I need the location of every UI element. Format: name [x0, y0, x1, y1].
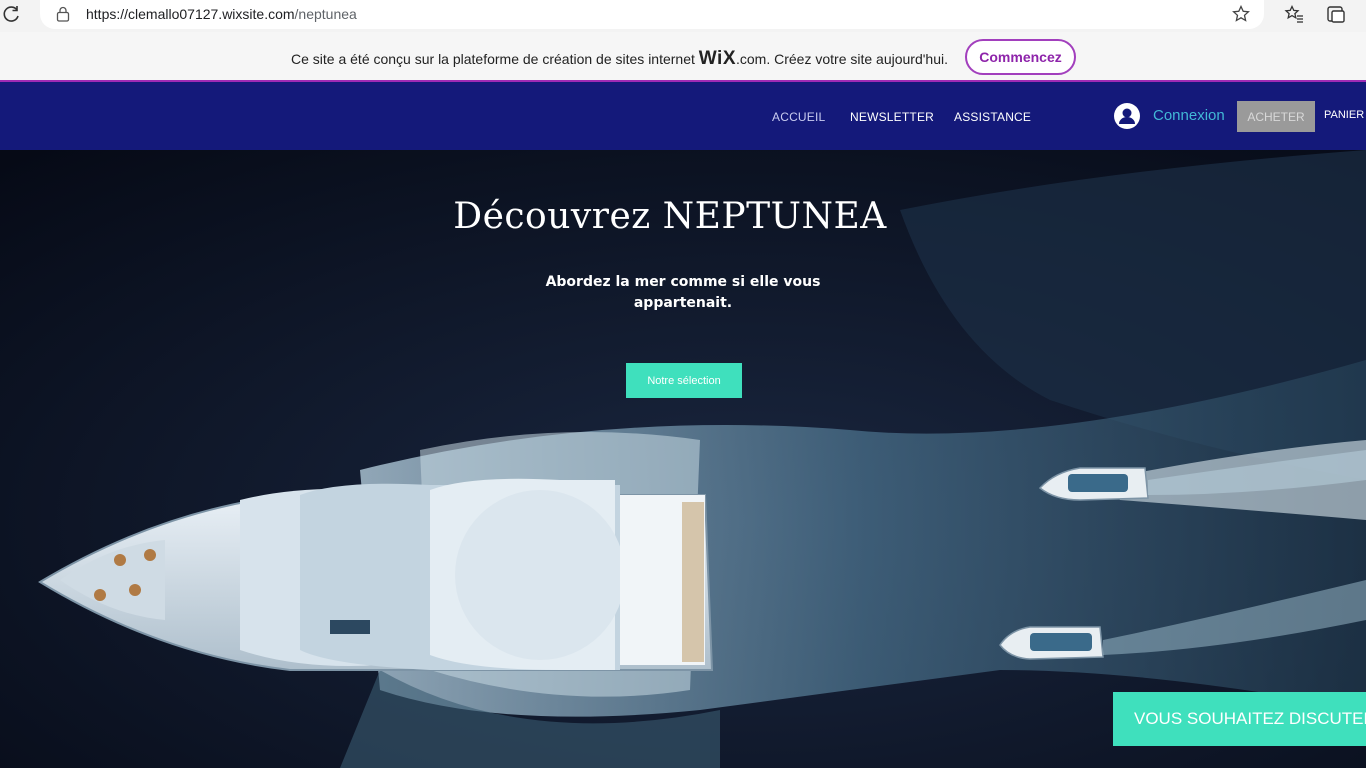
wix-banner-text-after: .com. Créez votre site aujourd'hui. — [736, 51, 948, 67]
user-avatar-icon[interactable] — [1114, 103, 1140, 129]
nav-newsletter[interactable]: NEWSLETTER — [850, 110, 934, 124]
address-bar[interactable]: https://clemallo07127.wixsite.com/neptun… — [40, 0, 1264, 29]
browser-toolbar: https://clemallo07127.wixsite.com/neptun… — [0, 0, 1366, 32]
wix-banner-text-before: Ce site a été conçu sur la plateforme de… — [291, 51, 699, 67]
notre-selection-button[interactable]: Notre sélection — [626, 363, 742, 398]
nav-assistance[interactable]: ASSISTANCE — [954, 110, 1031, 124]
wix-banner-text: Ce site a été conçu sur la plateforme de… — [291, 48, 948, 70]
cart-link[interactable]: PANIER — [1324, 109, 1364, 121]
favorites-list-icon[interactable] — [1284, 4, 1304, 24]
reload-icon[interactable] — [2, 4, 22, 24]
collections-icon[interactable] — [1326, 4, 1346, 24]
site-header: ACCUEIL NEWSLETTER ASSISTANCE Connexion … — [0, 82, 1366, 150]
favorite-star-icon[interactable] — [1232, 5, 1250, 23]
nav-accueil[interactable]: ACCUEIL — [772, 110, 825, 124]
url-text[interactable]: https://clemallo07127.wixsite.com/neptun… — [86, 6, 357, 22]
login-link[interactable]: Connexion — [1153, 107, 1225, 124]
lock-icon[interactable] — [56, 6, 70, 22]
chat-button[interactable]: VOUS SOUHAITEZ DISCUTER — [1113, 692, 1366, 746]
hero-subtitle: Abordez la mer comme si elle vous appart… — [545, 274, 821, 311]
commencez-button[interactable]: Commencez — [965, 39, 1076, 75]
hero-title: Découvrez NEPTUNEA — [453, 196, 887, 237]
url-path: /neptunea — [294, 6, 357, 22]
wix-logo[interactable]: WiX — [699, 48, 736, 69]
hero-yacht-image — [0, 150, 1366, 768]
wix-promo-banner: Ce site a été conçu sur la plateforme de… — [0, 32, 1366, 82]
hero-section: Découvrez NEPTUNEA Abordez la mer comme … — [0, 150, 1366, 768]
buy-button[interactable]: ACHETER — [1237, 101, 1315, 132]
url-host: https://clemallo07127.wixsite.com — [86, 6, 295, 22]
